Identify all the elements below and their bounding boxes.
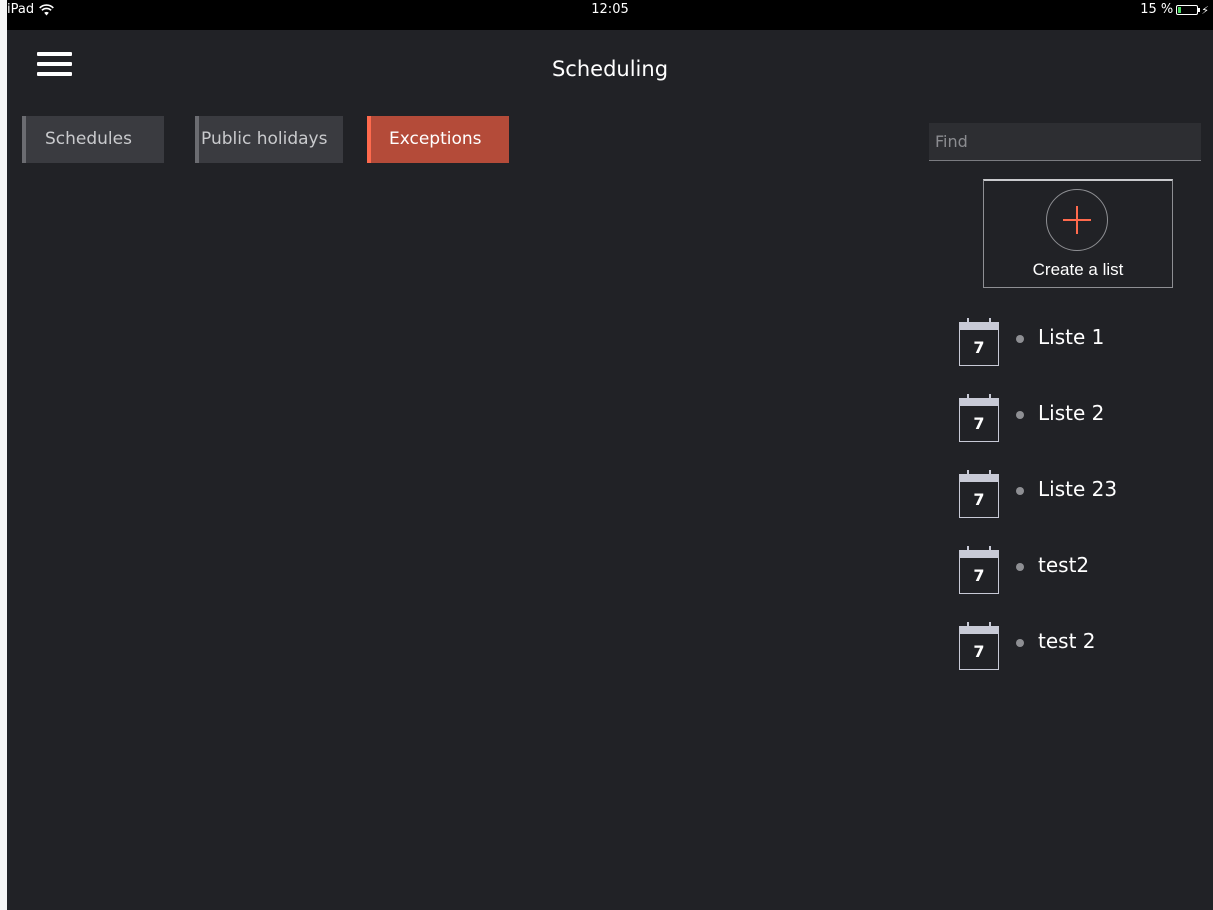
list-item-name: test2 xyxy=(1038,553,1090,577)
calendar-icon: 7 xyxy=(959,394,999,450)
status-right: 15 % ⚡ xyxy=(1140,1,1209,19)
list-item[interactable]: 7 test2 xyxy=(957,546,1197,602)
bullet-dot xyxy=(1016,563,1024,571)
list-item[interactable]: 7 test 2 xyxy=(957,622,1197,678)
tab-label: Public holidays xyxy=(201,129,328,149)
calendar-day: 7 xyxy=(973,490,985,509)
calendar-icon: 7 xyxy=(959,470,999,526)
bullet-dot xyxy=(1016,487,1024,495)
calendar-icon: 7 xyxy=(959,622,999,678)
list-item-name: Liste 23 xyxy=(1038,477,1118,501)
list-item-name: Liste 1 xyxy=(1038,325,1105,349)
calendar-day: 7 xyxy=(973,338,985,357)
create-list-label: Create a list xyxy=(1032,260,1124,279)
app-screen: iPad 12:05 15 % ⚡ Scheduling Schedules P… xyxy=(7,0,1213,910)
bullet-dot xyxy=(1016,335,1024,343)
tab-label: Schedules xyxy=(45,129,132,149)
list-item[interactable]: 7 Liste 2 xyxy=(957,394,1197,450)
create-list-button[interactable]: Create a list xyxy=(983,179,1173,288)
list-item-name: test 2 xyxy=(1038,629,1096,653)
calendar-day: 7 xyxy=(973,414,985,433)
bullet-dot xyxy=(1016,411,1024,419)
status-time: 12:05 xyxy=(591,2,629,17)
tab-accent xyxy=(367,116,371,163)
status-bar: iPad 12:05 15 % ⚡ xyxy=(7,0,1213,30)
calendar-day: 7 xyxy=(973,566,985,585)
tab-public-holidays[interactable]: Public holidays xyxy=(195,116,343,163)
tab-accent xyxy=(22,116,26,163)
tab-schedules[interactable]: Schedules xyxy=(22,116,164,163)
calendar-icon: 7 xyxy=(959,318,999,374)
list-item-name: Liste 2 xyxy=(1038,401,1105,425)
plus-icon xyxy=(1046,189,1108,251)
battery-percentage: 15 % xyxy=(1140,2,1174,17)
battery-icon xyxy=(1176,5,1201,15)
bullet-dot xyxy=(1016,639,1024,647)
list-item[interactable]: 7 Liste 1 xyxy=(957,318,1197,374)
list-item[interactable]: 7 Liste 23 xyxy=(957,470,1197,526)
tab-accent xyxy=(195,116,199,163)
search-input[interactable] xyxy=(929,123,1201,161)
page-title: Scheduling xyxy=(551,57,669,81)
tab-label: Exceptions xyxy=(389,129,482,149)
app-frame: iPad 12:05 15 % ⚡ Scheduling Schedules P… xyxy=(0,0,1213,910)
calendar-icon: 7 xyxy=(959,546,999,602)
calendar-day: 7 xyxy=(973,642,985,661)
tab-exceptions[interactable]: Exceptions xyxy=(367,116,509,163)
bolt-icon: ⚡ xyxy=(1201,3,1209,17)
